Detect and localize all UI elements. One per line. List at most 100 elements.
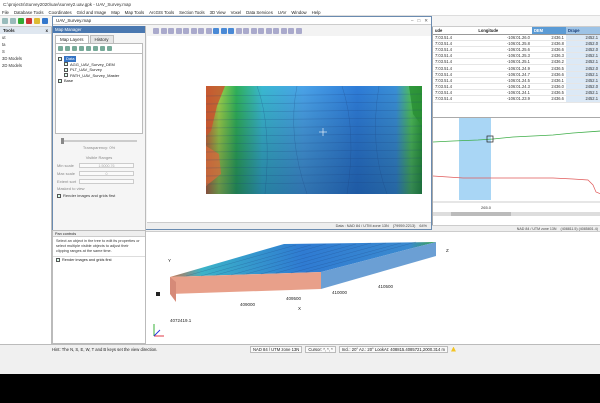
refresh-icon[interactable] (100, 46, 105, 51)
move-up-icon[interactable] (72, 46, 77, 51)
tab-history[interactable]: History (89, 35, 114, 43)
grid-icon[interactable] (213, 27, 219, 34)
masked-label: Masked to view (57, 186, 85, 191)
menu-item-arcgis-tools[interactable]: ArcGIS Tools (149, 10, 174, 15)
menu-item-window[interactable]: Window (291, 10, 306, 15)
maximize-icon[interactable]: □ (418, 18, 421, 24)
max-scale-field[interactable]: 0 (79, 171, 134, 176)
close-icon[interactable]: x (45, 28, 48, 33)
map-canvas[interactable] (147, 36, 431, 222)
menu-item-map-tools[interactable]: Map Tools (125, 10, 145, 15)
properties-icon[interactable] (86, 46, 91, 51)
render-first-label: Render images and grids first (63, 193, 116, 198)
profile-graph[interactable]: 265.0 (432, 117, 600, 225)
tab-map-layers[interactable]: Map Layers (55, 35, 89, 43)
shade-icon[interactable] (243, 27, 249, 34)
menu-item-help[interactable]: Help (312, 10, 321, 15)
menu-item-coordinates[interactable]: Coordinates (48, 10, 71, 15)
menu-item-uav[interactable]: UAV (278, 10, 287, 15)
settings-icon[interactable] (42, 18, 48, 24)
tools-list-item[interactable]: ta (0, 41, 51, 48)
measure-icon[interactable] (235, 27, 242, 34)
layer-properties: Transparency: 0% Visible Ranges Min scal… (53, 134, 145, 201)
export-icon[interactable] (280, 27, 287, 34)
settings-icon[interactable] (288, 27, 294, 34)
open-icon[interactable] (10, 18, 16, 24)
menu-item-map[interactable]: Map (111, 10, 119, 15)
col-dem[interactable]: DEM (531, 27, 566, 35)
render-images-checkbox[interactable] (56, 258, 60, 262)
table-row[interactable]: 7:03.51.4 -106:01.23.9 2436.6 2452.1 (433, 95, 600, 103)
layer-tree-item[interactable]: Base (58, 78, 140, 84)
folder-icon[interactable] (34, 18, 40, 24)
tools-list-item[interactable]: S (0, 48, 51, 55)
layer-visibility-checkbox[interactable] (64, 67, 68, 72)
transparency-slider[interactable] (61, 138, 137, 144)
menu-item-file[interactable]: File (2, 10, 9, 15)
slider-knob[interactable] (61, 138, 64, 144)
refresh-icon[interactable] (190, 27, 197, 34)
menu-item-voxel[interactable]: Voxel (231, 10, 242, 15)
render-first-checkbox[interactable] (57, 193, 61, 198)
layers-icon[interactable] (228, 27, 234, 34)
layer-visibility-checkbox[interactable] (58, 56, 62, 61)
zoom-out-icon[interactable] (175, 27, 182, 34)
table-cell[interactable]: 2452.1 (565, 95, 600, 103)
layer-visibility-checkbox[interactable] (58, 78, 62, 83)
dem-map[interactable] (147, 36, 431, 222)
status-datum: NAD 84 / UTM zone 13N (250, 345, 303, 353)
select-icon[interactable] (205, 27, 212, 34)
3d-anchor (156, 292, 160, 296)
view-icon[interactable] (250, 27, 257, 34)
layer-visibility-checkbox[interactable] (64, 73, 68, 78)
col-latitude[interactable]: ude (433, 27, 477, 35)
new-icon[interactable] (2, 18, 8, 24)
zoom-layer-icon[interactable] (93, 46, 98, 51)
table-cell[interactable]: -106:01.23.9 (476, 95, 532, 103)
table-cell[interactable]: 7:03.51.4 (433, 95, 477, 103)
extent-label: Extent sort (57, 179, 77, 184)
north-icon[interactable] (273, 27, 279, 34)
terrain-block (156, 241, 436, 302)
menu-item-data-services[interactable]: Data Services (246, 10, 273, 15)
menu-item-3d-view[interactable]: 3D View (210, 10, 226, 15)
menu-item-section-tools[interactable]: Section Tools (179, 10, 204, 15)
col-longitude[interactable]: Longitude (476, 27, 532, 35)
map-zoom[interactable]: 64% (419, 224, 427, 228)
visible-ranges-label: Visible Ranges (85, 155, 113, 160)
extent-field[interactable] (79, 179, 134, 184)
tools-list-item[interactable]: 2D Models (0, 62, 51, 69)
help-icon[interactable] (295, 27, 302, 34)
tools-list-item[interactable]: ut (0, 34, 51, 41)
layer-visibility-checkbox[interactable] (64, 62, 68, 67)
map-status-bar: Data : NAD 84 / UTM zone 13N (79959.2213… (147, 222, 431, 229)
close-window-icon[interactable]: ✕ (424, 18, 428, 24)
table-cell[interactable]: 2436.6 (531, 95, 566, 103)
profile-plot[interactable]: 265.0 (432, 118, 600, 226)
help-icon[interactable] (107, 46, 112, 51)
record-icon[interactable] (26, 18, 32, 24)
tools-list-item[interactable]: 3D Models (0, 55, 51, 62)
tools-header: Tools x (0, 27, 51, 34)
3d-scene[interactable]: 409000 409500 410000 410500 4072419.1 X … (146, 232, 600, 345)
profile-scroll-thumb[interactable] (451, 212, 511, 216)
run-icon[interactable] (18, 18, 24, 24)
col-drape[interactable]: Drape (565, 27, 600, 35)
pointer-icon[interactable] (153, 27, 159, 34)
zoom-extent-icon[interactable] (183, 27, 189, 34)
move-down-icon[interactable] (79, 46, 84, 51)
pan-icon[interactable] (160, 27, 167, 34)
remove-layer-icon[interactable] (65, 46, 70, 51)
zoom-in-icon[interactable] (168, 27, 174, 34)
menu-item-database-tools[interactable]: Database Tools (14, 10, 44, 15)
legend-icon[interactable] (258, 27, 264, 34)
warning-icon[interactable] (450, 346, 456, 352)
minimize-icon[interactable]: – (411, 18, 414, 24)
min-scale-field[interactable]: 1:5000.76 (79, 163, 134, 168)
add-layer-icon[interactable] (58, 46, 63, 51)
scale-icon[interactable] (265, 27, 272, 34)
print-icon[interactable] (198, 27, 204, 34)
info-icon[interactable] (220, 27, 227, 34)
menu-item-grid-and-image[interactable]: Grid and Image (77, 10, 107, 15)
3d-view[interactable]: 409000 409500 410000 410500 4072419.1 X … (146, 231, 600, 344)
